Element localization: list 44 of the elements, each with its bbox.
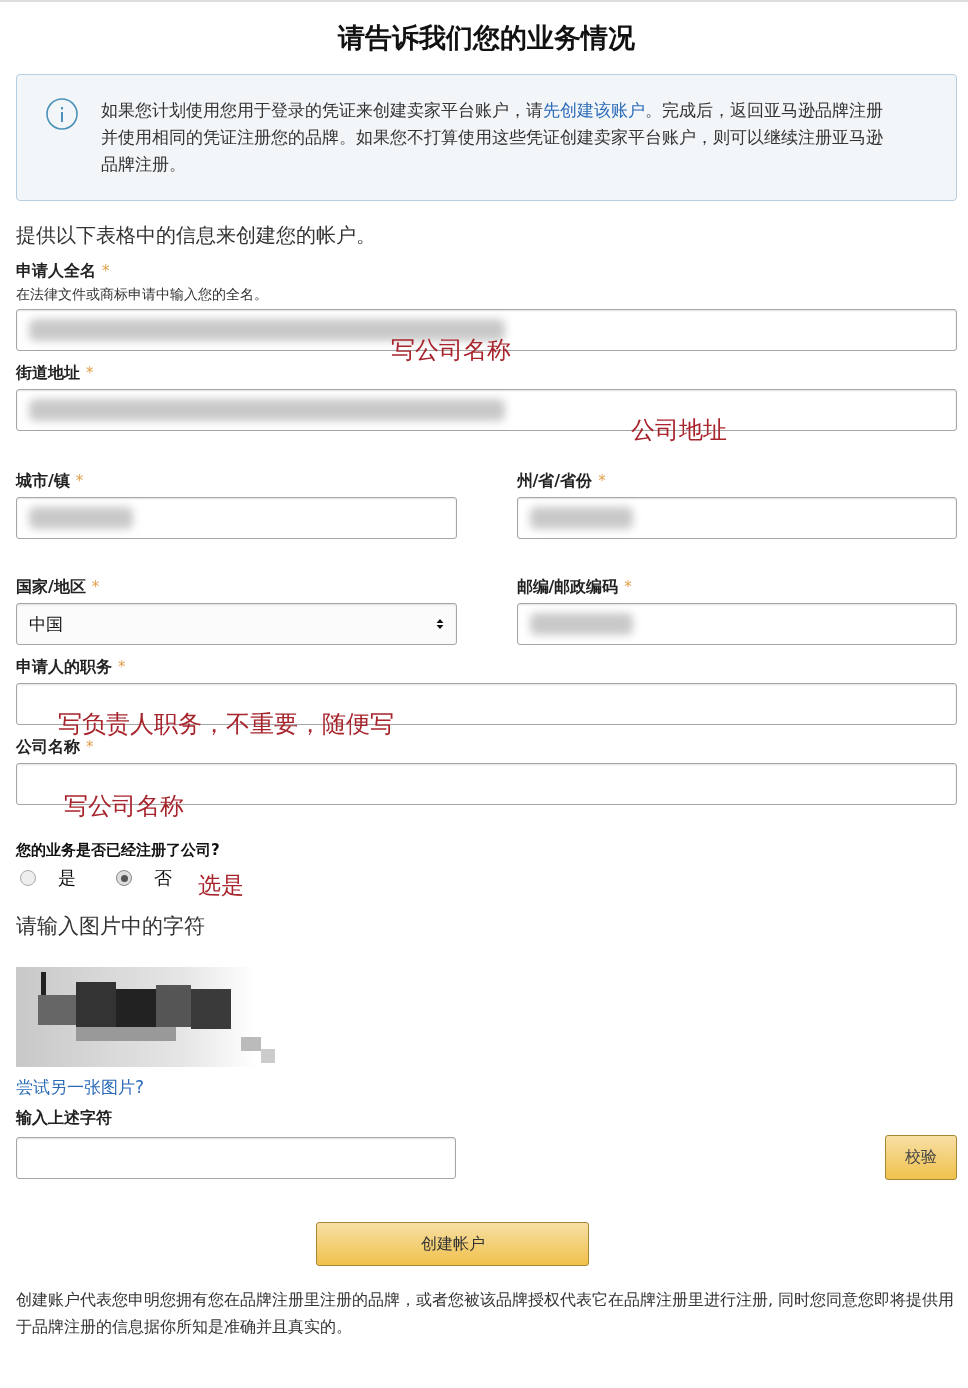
input-field[interactable] xyxy=(16,1136,456,1179)
field-hint: 在法律文件或商标申请中输入您的全名。 xyxy=(16,285,269,304)
annotation-text: 写公司名称 xyxy=(64,791,184,821)
another-image-link[interactable]: 尝试另一张图片? xyxy=(16,1075,145,1099)
field-label: 城市/镇 xyxy=(16,470,70,492)
required-mark: * xyxy=(86,363,94,384)
verify-button[interactable]: 校验 xyxy=(885,1135,957,1180)
required-mark: * xyxy=(102,261,110,282)
field-label: 州/省/省份 xyxy=(516,470,593,492)
info-icon xyxy=(45,97,79,131)
input-field[interactable] xyxy=(16,497,457,539)
question-label: 您的业务是否已经注册了公司? xyxy=(16,840,221,861)
required-mark: * xyxy=(75,471,84,492)
radio-button[interactable] xyxy=(20,870,36,886)
required-mark: * xyxy=(91,577,100,598)
required-mark: * xyxy=(86,737,94,758)
required-mark: * xyxy=(624,577,632,598)
annotation-text: 选是 xyxy=(198,870,244,900)
input-field[interactable] xyxy=(516,497,957,539)
field-label: 申请人的职务 xyxy=(16,656,112,678)
create-account-link[interactable]: 先创建该账户 xyxy=(543,101,645,120)
required-mark: * xyxy=(598,471,606,492)
field-label: 输入上述字符 xyxy=(16,1107,113,1129)
captcha-title: 请输入图片中的字符 xyxy=(16,913,206,940)
annotation-text: 公司地址 xyxy=(631,415,727,445)
field-label: 邮编/邮政编码 xyxy=(516,576,619,598)
notice-text: 如果您计划使用您用于登录的凭证来创建卖家平台账户，请先创建该账户。完成后，返回亚马逊品牌注册并使用相同的凭证注册您的品牌。如果您不打算使用这些凭证创建卖家平台账户，则可以继续注册亚马逊品牌注册。 xyxy=(101,100,884,176)
terms-text: 创建账户代表您申明您拥有您在品牌注册里注册的品牌，或者您被该品牌授权代表它在品牌注册里进行注册, 同时您同意您即将提供用于品牌注册的信息据你所知是准确并且真实的。 xyxy=(16,1289,956,1338)
intro-text: 提供以下表格中的信息来创建您的帐户。 xyxy=(16,222,377,249)
page-title: 请告诉我们您的业务情况 xyxy=(336,21,636,55)
create-account-button[interactable]: 创建帐户 xyxy=(316,1222,589,1266)
country-select[interactable]: 中国 xyxy=(16,603,457,645)
annotation-text: 写公司名称 xyxy=(391,335,511,365)
radio-label[interactable]: 是 xyxy=(58,866,76,890)
annotation-text: 写负责人职务，不重要，随便写 xyxy=(58,709,394,738)
field-label: 公司名称 xyxy=(16,736,80,758)
field-label: 申请人全名 xyxy=(16,260,96,282)
radio-button[interactable] xyxy=(116,870,132,886)
sort-arrows-icon xyxy=(435,618,444,630)
field-label: 国家/地区 xyxy=(16,576,86,598)
input-field[interactable] xyxy=(516,603,957,645)
required-mark: * xyxy=(118,657,126,678)
field-label: 街道地址 xyxy=(16,362,80,384)
radio-label[interactable]: 否 xyxy=(154,866,172,890)
